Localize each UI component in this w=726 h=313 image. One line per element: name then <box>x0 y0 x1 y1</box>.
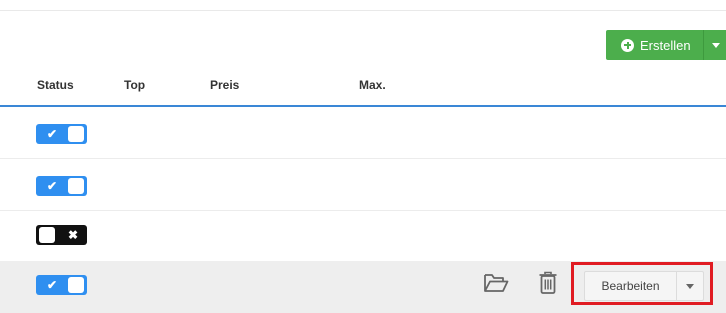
folder-open-icon[interactable] <box>483 272 509 294</box>
table-header: Status Top Preis Max. <box>0 78 726 108</box>
top-divider <box>0 10 726 11</box>
table-row: ✔ <box>0 159 726 211</box>
edit-button[interactable]: Bearbeiten <box>585 272 676 300</box>
toggle-knob <box>68 277 84 293</box>
column-header-top[interactable]: Top <box>124 78 145 92</box>
toggle-knob <box>68 126 84 142</box>
create-dropdown-button[interactable] <box>703 30 726 60</box>
check-icon: ✔ <box>47 127 58 141</box>
status-toggle[interactable]: ✖ <box>36 225 87 245</box>
check-icon: ✔ <box>47 179 58 193</box>
check-icon: ✔ <box>47 278 58 292</box>
caret-down-icon <box>686 283 694 289</box>
column-header-max[interactable]: Max. <box>359 78 386 92</box>
status-toggle[interactable]: ✔ <box>36 275 87 295</box>
plus-circle-icon <box>621 38 634 52</box>
table-row: ✔ <box>0 107 726 159</box>
status-toggle[interactable]: ✔ <box>36 176 87 196</box>
table-row: ✖ <box>0 211 726 263</box>
status-toggle[interactable]: ✔ <box>36 124 87 144</box>
toggle-knob <box>68 178 84 194</box>
column-header-preis[interactable]: Preis <box>210 78 239 92</box>
toggle-knob <box>39 227 55 243</box>
trash-icon[interactable] <box>538 271 558 295</box>
create-button[interactable]: Erstellen <box>606 30 703 60</box>
cross-icon: ✖ <box>67 228 78 242</box>
edit-button-group: Bearbeiten <box>584 271 704 301</box>
edit-dropdown-button[interactable] <box>676 272 703 300</box>
column-header-status[interactable]: Status <box>37 78 74 92</box>
create-button-label: Erstellen <box>640 37 691 53</box>
caret-down-icon <box>712 42 720 48</box>
create-button-group: Erstellen <box>606 30 726 60</box>
